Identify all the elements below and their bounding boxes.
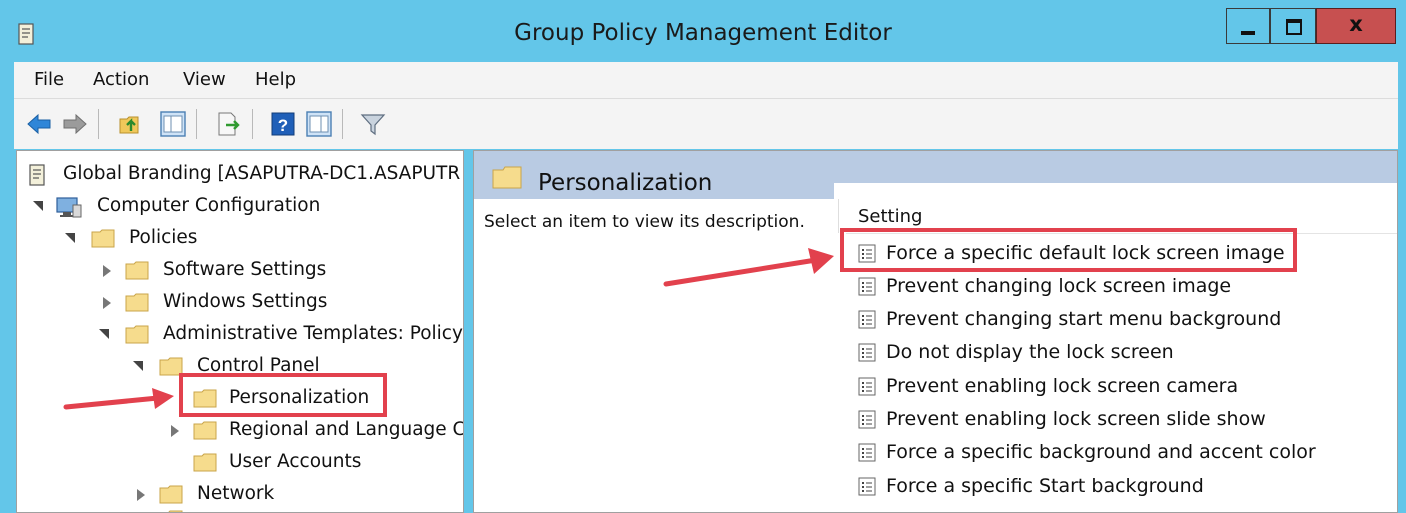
policy-setting-icon <box>858 343 876 362</box>
folder-icon <box>159 485 183 504</box>
setting-label: Prevent changing lock screen image <box>886 275 1232 297</box>
annotation-arrow-icon <box>663 248 834 287</box>
setting-label: Prevent enabling lock screen slide show <box>886 408 1266 430</box>
tree-item-network[interactable]: Network <box>27 480 463 510</box>
policy-setting-icon <box>858 443 876 462</box>
setting-label: Prevent changing start menu background <box>886 308 1282 330</box>
folder-icon <box>168 510 183 512</box>
expand-arrow-icon[interactable] <box>103 265 111 277</box>
show-hide-action-pane-icon[interactable] <box>306 111 332 137</box>
expand-arrow-icon[interactable] <box>103 297 111 309</box>
collapse-arrow-icon[interactable] <box>99 329 109 339</box>
policy-setting-icon <box>858 410 876 429</box>
setting-label: Do not display the lock screen <box>886 341 1174 363</box>
policy-setting-icon <box>858 377 876 396</box>
toolbar-separator <box>196 109 197 139</box>
tree-item-label: Windows Settings <box>163 291 328 312</box>
annotation-arrow-icon <box>63 388 174 410</box>
tree-item-label: Computer Configuration <box>97 195 321 216</box>
description-text: Select an item to view its description. <box>484 212 805 232</box>
tree-item-label: Network <box>197 483 275 504</box>
menu-help[interactable]: Help <box>255 69 296 90</box>
details-header-notch <box>834 183 1397 199</box>
toolbar: ? <box>14 98 1398 149</box>
back-icon[interactable] <box>26 111 52 137</box>
details-title: Personalization <box>538 170 713 196</box>
window-title: Group Policy Management Editor <box>514 20 892 46</box>
collapse-arrow-icon[interactable] <box>33 201 43 211</box>
folder-icon <box>193 421 217 440</box>
menu-view[interactable]: View <box>183 69 226 90</box>
toolbar-separator <box>98 109 99 139</box>
annotation-highlight-personalization <box>179 373 387 417</box>
tree-item-label: Administrative Templates: Policy <box>163 323 463 344</box>
setting-label: Force a specific Start background <box>886 475 1204 497</box>
title-bar: Group Policy Management Editor x <box>0 0 1406 62</box>
minimize-button[interactable] <box>1226 8 1270 44</box>
tree-item-user-accounts[interactable]: User Accounts <box>27 448 463 478</box>
tree-item-label: User Accounts <box>229 451 362 472</box>
tree-item-root[interactable]: Global Branding [ASAPUTRA-DC1.ASAPUTR <box>27 160 463 190</box>
folder-icon <box>125 293 149 312</box>
setting-label: Force a specific background and accent c… <box>886 441 1316 463</box>
up-folder-icon[interactable] <box>118 111 144 137</box>
annotation-highlight-setting <box>840 228 1297 272</box>
export-list-icon[interactable] <box>216 111 242 137</box>
tree-item-label: Global Branding [ASAPUTRA-DC1.ASAPUTR <box>63 163 461 184</box>
collapse-arrow-icon[interactable] <box>65 233 75 243</box>
tree-item-label: Software Settings <box>163 259 327 280</box>
expand-arrow-icon[interactable] <box>171 425 179 437</box>
forward-icon[interactable] <box>62 111 88 137</box>
policy-document-icon <box>29 164 45 186</box>
policy-setting-icon <box>858 477 876 496</box>
pane-divider <box>838 199 839 233</box>
menu-file[interactable]: File <box>34 69 64 90</box>
show-hide-tree-icon[interactable] <box>160 111 186 137</box>
toolbar-separator <box>342 109 343 139</box>
tree-item-administrative-templates[interactable]: Administrative Templates: Policy <box>27 320 463 350</box>
details-pane: Personalization Select an item to view i… <box>473 150 1398 513</box>
folder-icon <box>193 453 217 472</box>
tree-item-windows-settings[interactable]: Windows Settings <box>27 288 463 318</box>
close-button[interactable]: x <box>1316 8 1396 44</box>
tree-item-label: Policies <box>129 227 198 248</box>
folder-icon <box>91 229 115 248</box>
folder-icon <box>492 166 522 189</box>
policy-setting-icon <box>858 277 876 296</box>
console-tree-pane: Global Branding [ASAPUTRA-DC1.ASAPUTR Co… <box>16 150 464 513</box>
column-header-label: Setting <box>858 206 923 227</box>
policy-setting-icon <box>858 310 876 329</box>
menu-bar: File Action View Help <box>14 62 1398 98</box>
close-icon: x <box>1349 12 1363 36</box>
help-icon[interactable]: ? <box>270 111 296 137</box>
setting-label: Prevent enabling lock screen camera <box>886 375 1239 397</box>
folder-icon <box>125 261 149 280</box>
folder-icon <box>125 325 149 344</box>
menu-action[interactable]: Action <box>93 69 149 90</box>
tree-item-regional-and-language[interactable]: Regional and Language C <box>27 416 464 446</box>
svg-text:?: ? <box>278 116 288 135</box>
maximize-icon <box>1286 19 1302 35</box>
collapse-arrow-icon[interactable] <box>133 361 143 371</box>
filter-icon[interactable] <box>360 111 386 137</box>
toolbar-separator <box>252 109 253 139</box>
minimize-icon <box>1241 31 1255 35</box>
tree-item-computer-configuration[interactable]: Computer Configuration <box>27 192 463 222</box>
expand-arrow-icon[interactable] <box>137 489 145 501</box>
tree-item-label: Regional and Language C <box>229 419 464 440</box>
computer-icon <box>56 197 82 218</box>
tree-item-policies[interactable]: Policies <box>27 224 463 254</box>
tree-item-software-settings[interactable]: Software Settings <box>27 256 463 286</box>
maximize-button[interactable] <box>1270 8 1316 44</box>
